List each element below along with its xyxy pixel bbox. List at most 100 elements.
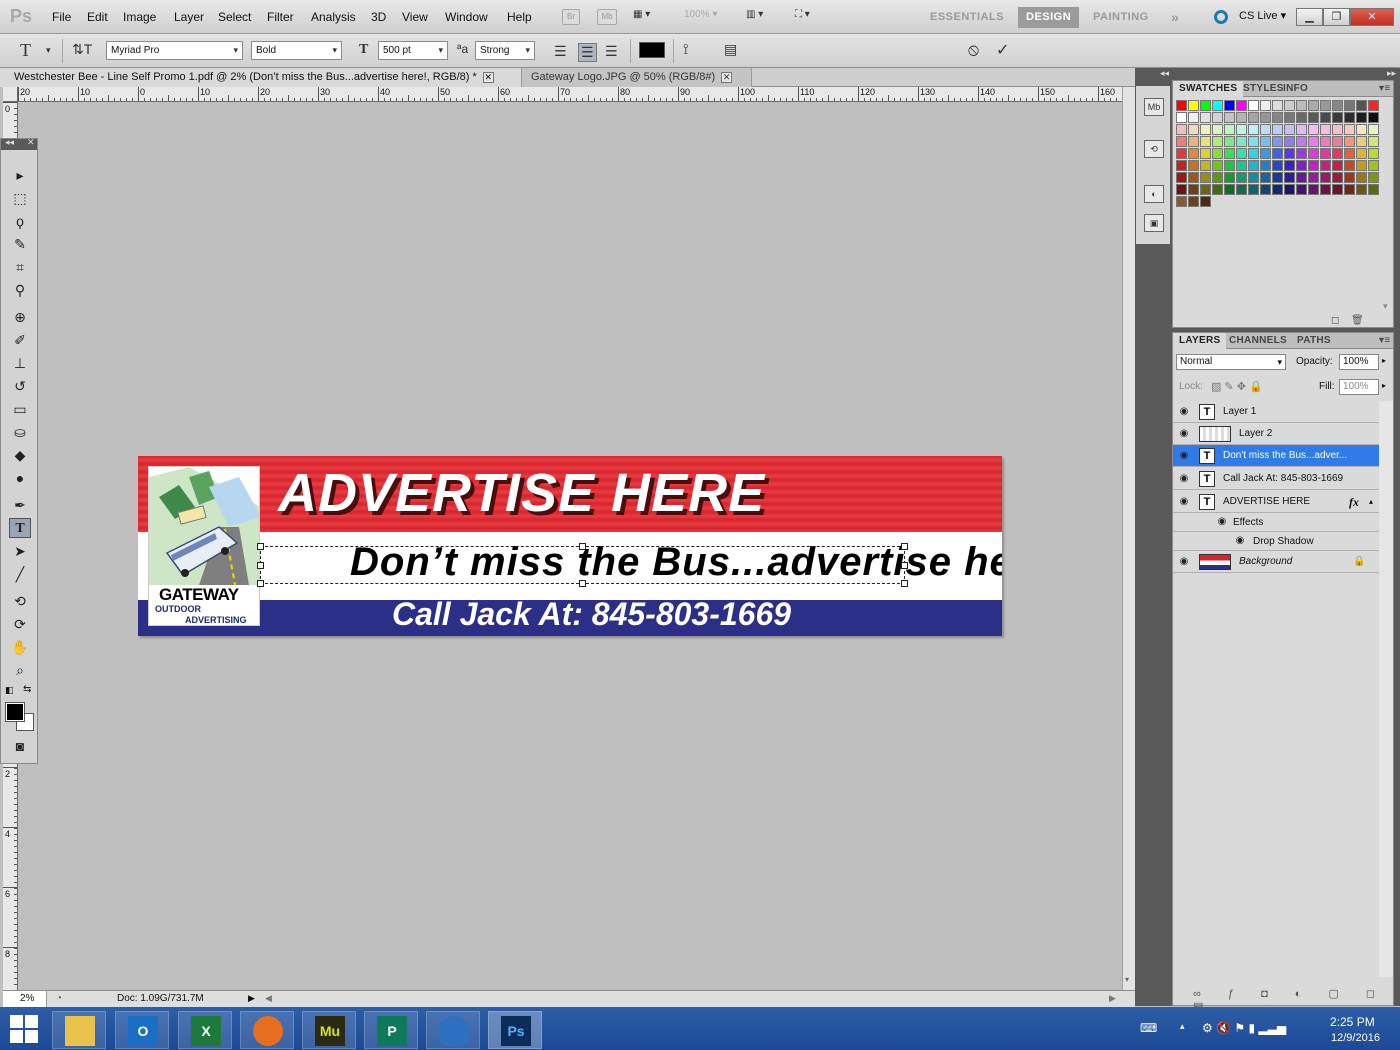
color-swatch[interactable]: [1356, 100, 1367, 111]
color-swatch[interactable]: [1308, 184, 1319, 195]
color-swatch[interactable]: [1344, 124, 1355, 135]
color-swatch[interactable]: [1236, 112, 1247, 123]
color-swatch[interactable]: [1260, 184, 1271, 195]
extras-dropdown-icon[interactable]: ▦ ▾: [633, 9, 650, 25]
color-swatch[interactable]: [1344, 172, 1355, 183]
taskbar-firefox[interactable]: [240, 1011, 294, 1049]
brush-presets-icon[interactable]: ◐: [1144, 185, 1164, 203]
workspace-essentials[interactable]: ESSENTIALS: [922, 7, 1012, 28]
color-swatch[interactable]: [1200, 112, 1211, 123]
color-swatch[interactable]: [1248, 124, 1259, 135]
color-swatch[interactable]: [1188, 124, 1199, 135]
color-swatch[interactable]: [1332, 160, 1343, 171]
color-swatch[interactable]: [1200, 184, 1211, 195]
color-swatch[interactable]: [1272, 148, 1283, 159]
workspace-design[interactable]: DESIGN: [1018, 7, 1080, 28]
color-swatch[interactable]: [1344, 100, 1355, 111]
color-swatch[interactable]: [1272, 172, 1283, 183]
color-swatch[interactable]: [1332, 184, 1343, 195]
subline-text[interactable]: Don’t miss the Bus...advertise here!: [350, 540, 1002, 585]
close-tab-icon[interactable]: ✕: [721, 71, 733, 83]
drop-shadow-eye-icon[interactable]: ◉: [1233, 534, 1247, 548]
document-artwork[interactable]: ADVERTISE HERE Don’t miss the Bus...adve…: [138, 456, 1002, 636]
color-swatch[interactable]: [1176, 124, 1187, 135]
collapse-dock-icon[interactable]: ◂◂: [1160, 68, 1169, 79]
lasso-tool-icon[interactable]: ϙ: [9, 211, 31, 231]
quick-mask-icon[interactable]: ◙: [9, 736, 31, 756]
visibility-eye-icon[interactable]: ◉: [1177, 405, 1191, 419]
clock-date[interactable]: 12/9/2016: [1331, 1032, 1380, 1044]
color-swatch[interactable]: [1224, 184, 1235, 195]
color-swatch[interactable]: [1308, 136, 1319, 147]
color-swatch[interactable]: [1284, 148, 1295, 159]
color-swatch[interactable]: [1212, 148, 1223, 159]
tab-gateway-logo[interactable]: Gateway Logo.JPG @ 50% (RGB/8#) ✕: [522, 68, 752, 87]
color-swatch[interactable]: [1236, 148, 1247, 159]
close-tab-icon[interactable]: ✕: [482, 71, 494, 83]
color-swatch[interactable]: [1344, 184, 1355, 195]
color-swatch[interactable]: [1260, 172, 1271, 183]
font-family-select[interactable]: Myriad Pro ▾: [106, 41, 243, 60]
taskbar-publisher[interactable]: P: [364, 1011, 418, 1049]
color-swatch[interactable]: [1332, 112, 1343, 123]
taskbar-app6[interactable]: [426, 1011, 480, 1049]
color-swatch[interactable]: [1248, 136, 1259, 147]
fill-slider-icon[interactable]: ▸: [1382, 381, 1386, 390]
color-swatch[interactable]: [1224, 124, 1235, 135]
color-swatch[interactable]: [1368, 160, 1379, 171]
color-swatch[interactable]: [1308, 112, 1319, 123]
expand-panels-icon[interactable]: ▸▸: [1387, 68, 1396, 79]
tray-icons[interactable]: ⚙ 🔇 ⚑ ▮ ▂▃▅: [1202, 1021, 1286, 1035]
color-swatch[interactable]: [1356, 184, 1367, 195]
layer-row[interactable]: ◉ T ADVERTISE HERE fx ▴: [1173, 491, 1379, 513]
color-swatch[interactable]: [1200, 136, 1211, 147]
bridge-icon[interactable]: Br: [562, 9, 580, 25]
tab-swatches[interactable]: SWATCHES: [1173, 81, 1244, 97]
tab-paths[interactable]: PATHS: [1291, 333, 1337, 349]
color-swatch[interactable]: [1320, 148, 1331, 159]
opacity-field[interactable]: 100%: [1339, 354, 1379, 370]
screen-mode-icon[interactable]: ⛶ ▾: [795, 9, 810, 25]
color-swatch[interactable]: [1320, 160, 1331, 171]
color-swatch[interactable]: [1200, 100, 1211, 111]
color-swatch[interactable]: [1212, 160, 1223, 171]
color-swatch[interactable]: [1212, 184, 1223, 195]
workspace-painting[interactable]: PAINTING: [1085, 7, 1157, 28]
show-hidden-icons[interactable]: ▴: [1180, 1021, 1185, 1032]
font-size-select[interactable]: 500 pt ▾: [378, 41, 448, 60]
opacity-slider-icon[interactable]: ▸: [1382, 356, 1386, 365]
color-swatch[interactable]: [1320, 172, 1331, 183]
antialias-select[interactable]: Strong ▾: [475, 41, 535, 60]
color-swatch[interactable]: [1344, 112, 1355, 123]
marquee-tool-icon[interactable]: ⬚: [9, 188, 31, 208]
drop-shadow-row[interactable]: ◉ Drop Shadow: [1173, 532, 1379, 551]
scroll-right-icon[interactable]: ▶: [1109, 993, 1116, 1004]
healing-brush-tool-icon[interactable]: ⊕: [9, 307, 31, 327]
color-swatch[interactable]: [1284, 184, 1295, 195]
font-style-select[interactable]: Bold ▾: [251, 41, 342, 60]
color-swatch[interactable]: [1176, 100, 1187, 111]
visibility-eye-icon[interactable]: ◉: [1177, 472, 1191, 486]
zoom-level-dropdown[interactable]: 100% ▾: [684, 9, 717, 25]
history-brush-tool-icon[interactable]: ↺: [9, 376, 31, 396]
fx-icon[interactable]: fx: [1349, 491, 1359, 513]
effects-row[interactable]: ◉ Effects: [1173, 513, 1379, 532]
restore-button[interactable]: ❐: [1323, 8, 1350, 26]
layer-row-selected[interactable]: ◉ T Don't miss the Bus...adver...: [1173, 445, 1379, 467]
color-swatch[interactable]: [1248, 112, 1259, 123]
color-swatch[interactable]: [1260, 148, 1271, 159]
color-swatch[interactable]: [1356, 136, 1367, 147]
color-swatch[interactable]: [1236, 136, 1247, 147]
color-swatch[interactable]: [1344, 148, 1355, 159]
scroll-down-icon[interactable]: ▾: [1125, 975, 1129, 984]
color-swatch[interactable]: [1308, 100, 1319, 111]
eyedropper-tool-icon[interactable]: ⚲: [9, 280, 31, 300]
color-swatch[interactable]: [1236, 100, 1247, 111]
color-swatch[interactable]: [1296, 136, 1307, 147]
color-swatch[interactable]: [1368, 184, 1379, 195]
windows-start-icon[interactable]: [10, 1015, 38, 1043]
type-tool-icon[interactable]: T: [9, 518, 31, 538]
color-swatch[interactable]: [1188, 184, 1199, 195]
menu-window[interactable]: Window: [445, 10, 488, 24]
color-swatch[interactable]: [1176, 172, 1187, 183]
